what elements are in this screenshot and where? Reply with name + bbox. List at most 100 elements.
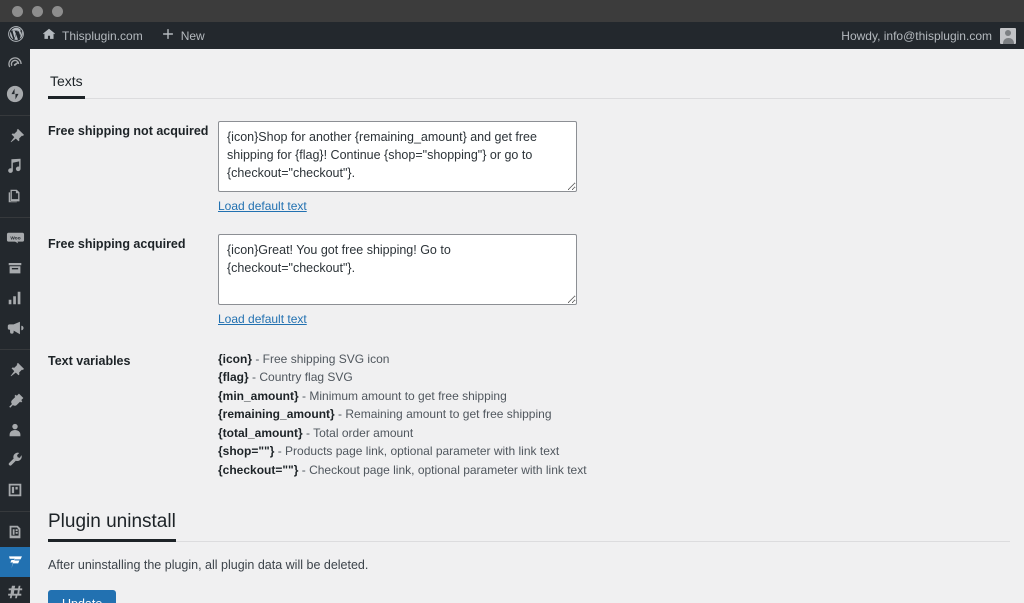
wordpress-logo-menu[interactable] xyxy=(0,22,33,49)
browser-viewport: Thisplugin.com New Howdy, info@thisplugi… xyxy=(0,22,1024,603)
snippets-icon xyxy=(6,583,24,601)
plug-icon xyxy=(6,391,24,409)
variable-desc: - Minimum amount to get free shipping xyxy=(298,388,507,403)
variable-token: {min_amount} xyxy=(218,388,299,403)
home-icon xyxy=(42,27,56,44)
sidebar-item-jetpack[interactable] xyxy=(0,79,30,109)
variable-desc: - Total order amount xyxy=(302,425,414,440)
field-control: Load default text xyxy=(218,234,1010,328)
free-shipping-acquired-textarea[interactable] xyxy=(218,234,577,305)
sidebar-item-appearance[interactable] xyxy=(0,355,30,385)
admin-bar-right-group: Howdy, info@thisplugin.com xyxy=(832,22,1024,49)
woocommerce-icon: Woo xyxy=(6,229,25,248)
window-titlebar xyxy=(0,0,1024,22)
sidebar-item-settings[interactable] xyxy=(0,475,30,505)
window-minimize-button[interactable] xyxy=(32,5,43,17)
site-name-label: Thisplugin.com xyxy=(62,28,143,43)
plugin-uninstall-description: After uninstalling the plugin, all plugi… xyxy=(48,558,369,573)
settings-icon xyxy=(6,481,24,499)
sidebar-item-users[interactable] xyxy=(0,415,30,445)
sidebar-separator xyxy=(0,211,30,223)
tab-texts[interactable]: Texts xyxy=(48,73,85,99)
variable-desc: - Products page link, optional parameter… xyxy=(274,444,560,459)
analytics-icon xyxy=(6,289,24,307)
field-text-variables: Text variables {icon} - Free shipping SV… xyxy=(48,351,1010,481)
variable-token: {icon} xyxy=(218,352,253,366)
load-default-text-link-1[interactable]: Load default text xyxy=(218,199,307,213)
dashboard-icon xyxy=(6,55,24,73)
lightning-bar-icon xyxy=(6,553,25,572)
list-item: {total_amount} - Total order amount xyxy=(218,426,1010,442)
sidebar-separator xyxy=(0,109,30,121)
sidebar-item-dashboard[interactable] xyxy=(0,49,30,79)
sidebar-item-free-shipping-bar[interactable] xyxy=(0,547,30,577)
list-item: {remaining_amount} - Remaining amount to… xyxy=(218,407,1010,423)
window-close-button[interactable] xyxy=(12,5,23,17)
sidebar-item-plugins[interactable] xyxy=(0,385,30,415)
field-label: Free shipping not acquired xyxy=(48,124,209,138)
sidebar-separator xyxy=(0,505,30,517)
new-content-label: New xyxy=(180,28,205,43)
sidebar-item-products[interactable] xyxy=(0,253,30,283)
avatar[interactable] xyxy=(1000,27,1016,44)
field-free-shipping-acquired: Free shipping acquired Load default text xyxy=(48,234,1010,328)
list-item: {icon} - Free shipping SVG icon xyxy=(218,352,1010,368)
text-variables-list-wrap: {icon} - Free shipping SVG icon {flag} -… xyxy=(218,351,1010,481)
paintbrush-icon xyxy=(6,361,24,379)
variable-token: {flag} xyxy=(218,370,249,385)
products-icon xyxy=(6,259,24,277)
variable-token: {checkout=""} xyxy=(218,462,299,477)
plugin-uninstall-rule xyxy=(48,541,1010,543)
plugin-uninstall-heading: Plugin uninstall xyxy=(48,511,176,543)
sidebar-separator xyxy=(0,343,30,355)
tab-bar: Texts xyxy=(48,73,1010,99)
variable-token: {total_amount} xyxy=(218,425,303,440)
window-maximize-button[interactable] xyxy=(52,5,63,17)
sidebar-item-code-snippets[interactable] xyxy=(0,577,30,603)
sidebar-item-pages[interactable] xyxy=(0,181,30,211)
jetpack-icon xyxy=(6,85,24,103)
wp-admin-bar: Thisplugin.com New Howdy, info@thisplugi… xyxy=(0,22,1024,49)
variable-token: {remaining_amount} xyxy=(218,407,335,422)
user-icon xyxy=(6,421,24,439)
list-item: {checkout=""} - Checkout page link, opti… xyxy=(218,463,1010,479)
variable-desc: - Country flag SVG xyxy=(248,370,353,385)
text-variables-label: Text variables xyxy=(48,354,131,368)
admin-bar-left-group: Thisplugin.com New xyxy=(0,22,214,49)
svg-text:Woo: Woo xyxy=(10,235,20,241)
list-item: {min_amount} - Minimum amount to get fre… xyxy=(218,389,1010,405)
load-default-text-link-2[interactable]: Load default text xyxy=(218,312,307,326)
content-body: Texts Free shipping not acquired Load de… xyxy=(30,73,1024,603)
sidebar-item-elementor[interactable] xyxy=(0,517,30,547)
field-label: Free shipping acquired xyxy=(48,237,186,251)
my-account-menu[interactable]: Howdy, info@thisplugin.com xyxy=(832,22,992,49)
variable-desc: - Checkout page link, optional parameter… xyxy=(298,462,587,477)
field-free-shipping-not-acquired: Free shipping not acquired Load default … xyxy=(48,121,1010,215)
text-variables-list: {icon} - Free shipping SVG icon {flag} -… xyxy=(218,351,1010,479)
admin-sidebar-menu: Woo xyxy=(0,49,30,603)
pages-icon xyxy=(6,187,24,205)
media-icon xyxy=(6,157,24,175)
variable-token: {shop=""} xyxy=(218,444,275,459)
list-item: {flag} - Country flag SVG xyxy=(218,370,1010,386)
sidebar-item-posts[interactable] xyxy=(0,121,30,151)
variable-desc: - Free shipping SVG icon xyxy=(252,352,390,366)
variable-desc: - Remaining amount to get free shipping xyxy=(334,407,552,422)
sidebar-item-marketing[interactable] xyxy=(0,313,30,343)
content-area: Texts Free shipping not acquired Load de… xyxy=(30,49,1024,603)
sidebar-item-tools[interactable] xyxy=(0,445,30,475)
layers-icon xyxy=(6,523,24,541)
wrench-icon xyxy=(6,451,24,469)
wordpress-icon xyxy=(8,26,24,45)
update-button[interactable]: Update xyxy=(48,590,117,603)
tab-bar-rule xyxy=(48,98,1010,99)
plus-icon xyxy=(161,27,175,44)
site-name-menu[interactable]: Thisplugin.com xyxy=(33,22,152,49)
free-shipping-not-acquired-textarea[interactable] xyxy=(218,121,577,192)
list-item: {shop=""} - Products page link, optional… xyxy=(218,444,1010,460)
field-control: Load default text xyxy=(218,121,1010,215)
sidebar-item-media[interactable] xyxy=(0,151,30,181)
sidebar-item-analytics[interactable] xyxy=(0,283,30,313)
new-content-menu[interactable]: New xyxy=(152,22,214,49)
sidebar-item-woocommerce[interactable]: Woo xyxy=(0,223,30,253)
